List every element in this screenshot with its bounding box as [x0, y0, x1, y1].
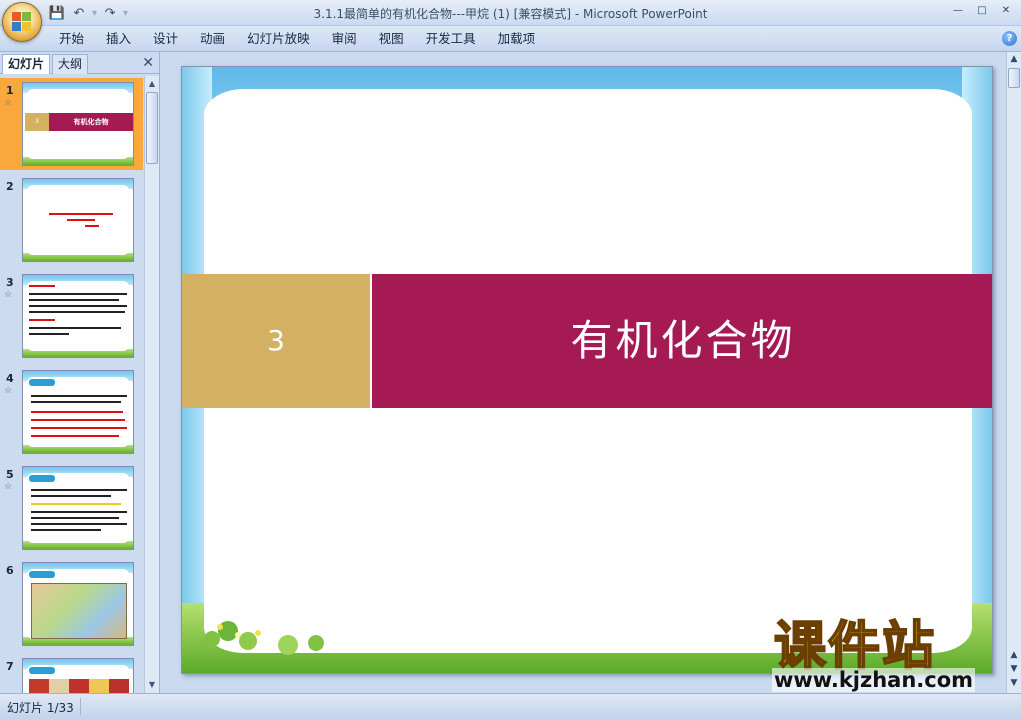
slide-number: 1: [6, 84, 14, 97]
slide-thumbnail-2[interactable]: 2: [0, 174, 143, 266]
ribbon: 开始 插入 设计 动画 幻灯片放映 审阅 视图 开发工具 加载项 ?: [0, 26, 1021, 52]
photo-strip-image: [29, 679, 129, 693]
office-logo-icon: [12, 12, 32, 32]
minimize-button[interactable]: —: [947, 2, 969, 18]
tab-slides[interactable]: 幻灯片: [2, 54, 51, 74]
slide-number: 4: [6, 372, 14, 385]
animation-star-icon: ☆: [4, 98, 13, 108]
previous-slide-icon[interactable]: ▲: [1008, 650, 1020, 660]
thumbnail-badge: 3: [35, 118, 39, 125]
animation-star-icon: ☆: [4, 482, 13, 492]
thumbnail-image: [22, 466, 134, 550]
slide-thumbnail-1[interactable]: 1 ☆ 3 有机化合物: [0, 78, 143, 170]
tab-addins[interactable]: 加载项: [487, 30, 547, 48]
office-button[interactable]: [2, 2, 42, 42]
watermark: 课件站 www.kjzhan.com: [768, 617, 1008, 696]
scroll-up-icon[interactable]: ▲: [146, 78, 158, 90]
slide-section-number[interactable]: 3: [182, 274, 370, 408]
animation-star-icon: ☆: [4, 386, 13, 396]
tab-slideshow[interactable]: 幻灯片放映: [236, 30, 321, 48]
slides-pane-scrollbar[interactable]: ▲ ▼: [144, 76, 159, 693]
main-scrollbar[interactable]: ▲ ▲ ▼ ▼: [1006, 52, 1021, 693]
slide-thumbnail-3[interactable]: 3 ☆: [0, 270, 143, 362]
slide-thumbnail-4[interactable]: 4 ☆: [0, 366, 143, 458]
slide-number: 3: [6, 276, 14, 289]
scroll-thumb[interactable]: [146, 92, 158, 164]
status-bar: 幻灯片 1/33: [0, 693, 1021, 719]
slide-number: 2: [6, 180, 14, 193]
ribbon-tabs: 开始 插入 设计 动画 幻灯片放映 审阅 视图 开发工具 加载项: [48, 30, 546, 48]
pane-tabs: 幻灯片 大纲 ✕: [0, 52, 160, 74]
thumbnail-image: [22, 274, 134, 358]
tab-insert[interactable]: 插入: [95, 30, 142, 48]
scroll-thumb[interactable]: [1008, 68, 1020, 88]
watermark-url: www.kjzhan.com: [772, 668, 976, 692]
thumbnail-image: [22, 658, 134, 693]
slide-thumbnail-5[interactable]: 5 ☆: [0, 462, 143, 554]
slide-number: 6: [6, 564, 14, 577]
tab-view[interactable]: 视图: [368, 30, 415, 48]
maximize-button[interactable]: □: [971, 2, 993, 18]
tab-home[interactable]: 开始: [48, 30, 95, 48]
slide-thumbnail-6[interactable]: 6: [0, 558, 143, 650]
close-button[interactable]: ✕: [995, 2, 1017, 18]
tab-design[interactable]: 设计: [142, 30, 189, 48]
window-controls: — □ ✕: [947, 2, 1017, 18]
window-title: 3.1.1最简单的有机化合物---甲烷 (1) [兼容模式] - Microso…: [313, 7, 708, 21]
map-image: [31, 583, 127, 639]
thumbnail-image: [22, 178, 134, 262]
slide-number: 5: [6, 468, 14, 481]
slide-indicator: 幻灯片 1/33: [7, 701, 74, 715]
tab-review[interactable]: 审阅: [321, 30, 368, 48]
next-slide-icon[interactable]: ▼: [1008, 664, 1020, 674]
close-pane-icon[interactable]: ✕: [142, 55, 154, 71]
slide-title[interactable]: 有机化合物: [372, 274, 992, 408]
help-icon[interactable]: ?: [1002, 31, 1017, 46]
slide-number: 7: [6, 660, 14, 673]
thumbnail-image: [22, 370, 134, 454]
slide-thumbnail-7[interactable]: 7: [0, 654, 143, 693]
tab-outline[interactable]: 大纲: [52, 54, 89, 74]
animation-star-icon: ☆: [4, 290, 13, 300]
thumbnail-image: [22, 562, 134, 646]
scroll-down-icon[interactable]: ▼: [1008, 678, 1020, 688]
thumbnail-title: 有机化合物: [49, 113, 133, 131]
scroll-down-icon[interactable]: ▼: [146, 679, 158, 691]
thumbnail-list: 1 ☆ 3 有机化合物 2 3 ☆ 4 ☆ 5 ☆ 6 7: [0, 76, 143, 693]
flowers-decoration: [204, 621, 324, 655]
thumbnail-image: 3 有机化合物: [22, 82, 134, 166]
tab-animations[interactable]: 动画: [189, 30, 236, 48]
title-bar: 💾 ↶ ▾ ↷ ▾ 3.1.1最简单的有机化合物---甲烷 (1) [兼容模式]…: [0, 0, 1021, 26]
scroll-up-icon[interactable]: ▲: [1008, 54, 1020, 64]
slide-canvas[interactable]: 3 有机化合物: [181, 66, 993, 674]
slides-pane: 幻灯片 大纲 ✕ 1 ☆ 3 有机化合物 2 3 ☆ 4 ☆ 5 ☆ 6 7 ▲…: [0, 52, 160, 693]
tab-developer[interactable]: 开发工具: [415, 30, 487, 48]
